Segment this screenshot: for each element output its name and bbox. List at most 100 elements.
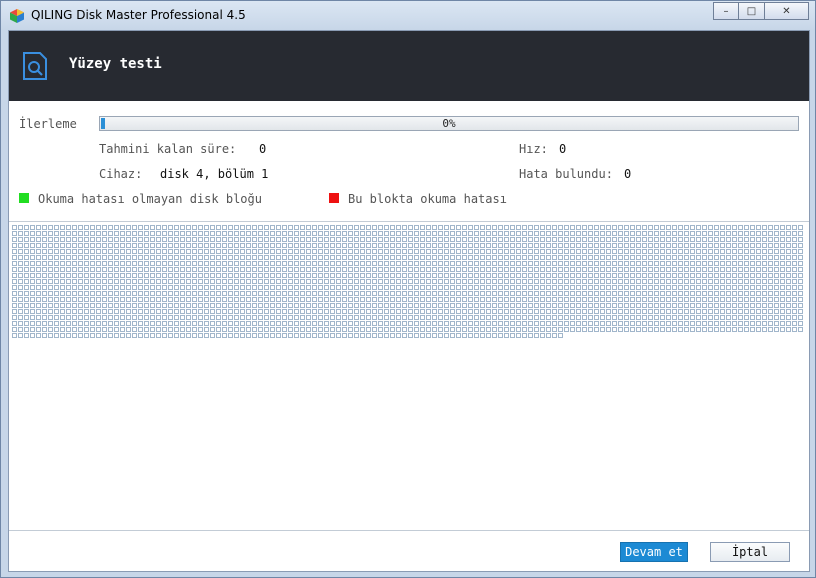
disk-block — [684, 303, 689, 308]
disk-block — [708, 267, 713, 272]
disk-block — [12, 225, 17, 230]
maximize-button[interactable]: □ — [739, 2, 765, 20]
disk-block — [630, 321, 635, 326]
disk-block — [744, 255, 749, 260]
disk-block — [756, 231, 761, 236]
disk-block — [198, 237, 203, 242]
disk-block — [102, 327, 107, 332]
continue-button[interactable]: Devam et — [620, 542, 688, 562]
disk-block — [708, 273, 713, 278]
disk-block — [270, 273, 275, 278]
minimize-button[interactable]: – — [713, 2, 739, 20]
disk-block — [234, 327, 239, 332]
disk-block — [42, 279, 47, 284]
disk-block — [330, 225, 335, 230]
close-button[interactable]: ✕ — [765, 2, 809, 20]
disk-block — [324, 273, 329, 278]
disk-block — [588, 225, 593, 230]
disk-block — [648, 273, 653, 278]
disk-block — [150, 249, 155, 254]
disk-block — [606, 315, 611, 320]
disk-block — [204, 255, 209, 260]
disk-block — [570, 327, 575, 332]
disk-block — [426, 231, 431, 236]
disk-block — [738, 309, 743, 314]
disk-block — [762, 285, 767, 290]
disk-block — [396, 237, 401, 242]
disk-block — [606, 285, 611, 290]
disk-block — [612, 315, 617, 320]
disk-block — [258, 243, 263, 248]
disk-block — [420, 315, 425, 320]
disk-block — [102, 333, 107, 338]
disk-block — [84, 261, 89, 266]
disk-block — [600, 297, 605, 302]
disk-block — [222, 309, 227, 314]
disk-block — [720, 243, 725, 248]
disk-block — [312, 249, 317, 254]
disk-block — [144, 255, 149, 260]
disk-block — [228, 285, 233, 290]
disk-block — [606, 231, 611, 236]
disk-block — [306, 327, 311, 332]
disk-block — [510, 273, 515, 278]
disk-block — [570, 237, 575, 242]
disk-block — [702, 303, 707, 308]
disk-block — [96, 255, 101, 260]
disk-block — [468, 261, 473, 266]
disk-block — [636, 237, 641, 242]
disk-block — [522, 285, 527, 290]
disk-block — [132, 261, 137, 266]
disk-block — [270, 249, 275, 254]
disk-block — [306, 321, 311, 326]
disk-block — [780, 231, 785, 236]
disk-block — [636, 243, 641, 248]
disk-block — [186, 333, 191, 338]
disk-block — [798, 279, 803, 284]
disk-block — [798, 261, 803, 266]
disk-block — [486, 255, 491, 260]
disk-block — [168, 309, 173, 314]
disk-block — [180, 291, 185, 296]
disk-block — [714, 321, 719, 326]
app-window: QILING Disk Master Professional 4.5 – □ … — [0, 0, 816, 578]
disk-block — [690, 327, 695, 332]
disk-block — [102, 255, 107, 260]
disk-block — [108, 303, 113, 308]
disk-block — [636, 297, 641, 302]
disk-block — [300, 303, 305, 308]
disk-block — [342, 225, 347, 230]
disk-block — [576, 243, 581, 248]
disk-block — [24, 291, 29, 296]
disk-block — [210, 309, 215, 314]
disk-block — [672, 273, 677, 278]
disk-block — [342, 249, 347, 254]
disk-block — [90, 321, 95, 326]
disk-block — [678, 303, 683, 308]
disk-block — [690, 231, 695, 236]
disk-block — [222, 279, 227, 284]
disk-block — [558, 225, 563, 230]
disk-block — [204, 231, 209, 236]
disk-block — [426, 279, 431, 284]
disk-block — [348, 291, 353, 296]
disk-block — [552, 315, 557, 320]
disk-block — [192, 297, 197, 302]
disk-block — [768, 297, 773, 302]
disk-block — [414, 285, 419, 290]
disk-block — [438, 237, 443, 242]
disk-block — [306, 255, 311, 260]
cancel-button[interactable]: İptal — [710, 542, 790, 562]
disk-block — [630, 225, 635, 230]
disk-block — [444, 243, 449, 248]
disk-block — [168, 285, 173, 290]
disk-block — [300, 297, 305, 302]
disk-block — [480, 297, 485, 302]
disk-block — [258, 315, 263, 320]
disk-block — [732, 303, 737, 308]
disk-block — [90, 261, 95, 266]
disk-block — [552, 243, 557, 248]
disk-block — [240, 291, 245, 296]
disk-block — [786, 303, 791, 308]
title-bar[interactable]: QILING Disk Master Professional 4.5 – □ … — [1, 1, 815, 30]
